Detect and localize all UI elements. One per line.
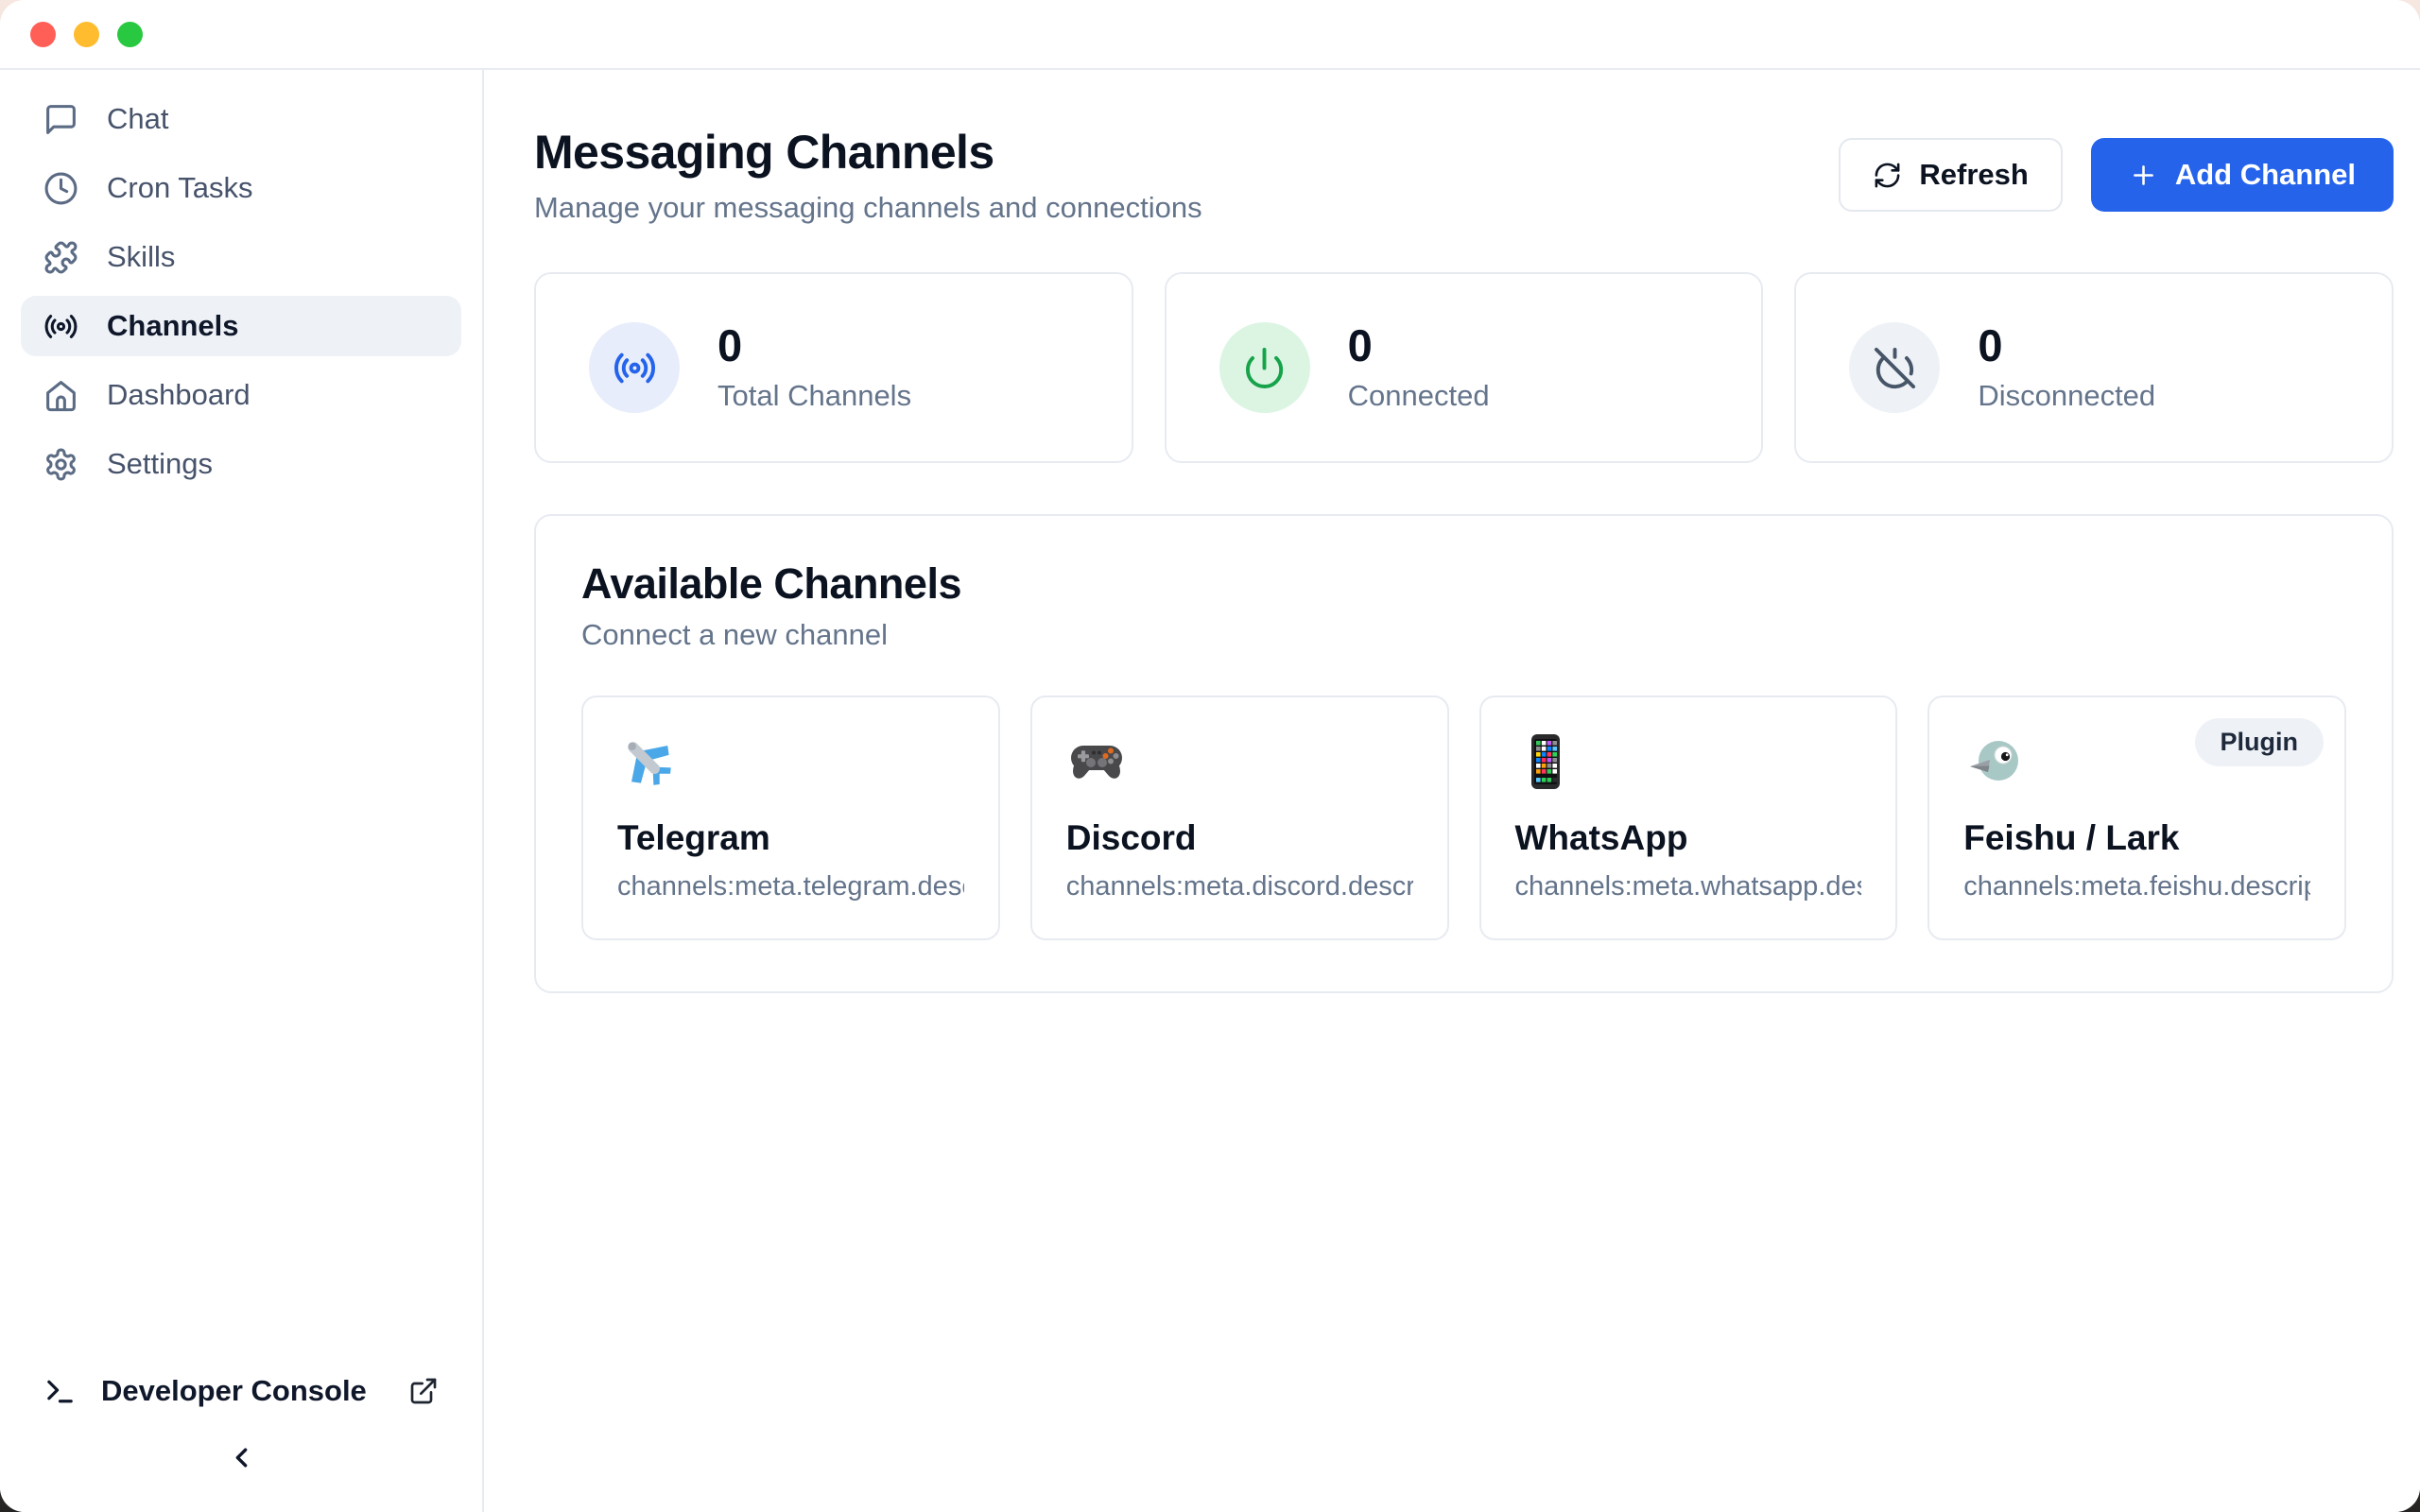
available-channels-title: Available Channels — [581, 559, 2346, 609]
sidebar: Chat Cron Tasks Skills Channels Dashboar — [0, 70, 484, 1512]
main-content: Messaging Channels Manage your messaging… — [484, 70, 2420, 1512]
add-channel-button[interactable]: Add Channel — [2091, 138, 2394, 212]
sidebar-item-label: Settings — [107, 447, 213, 481]
stat-value: 0 — [717, 323, 911, 368]
channel-name: Telegram — [617, 818, 964, 858]
clock-icon — [43, 171, 78, 206]
minimize-button[interactable] — [74, 22, 99, 47]
sidebar-item-label: Dashboard — [107, 378, 251, 412]
channel-card-discord[interactable]: Discord channels:meta.discord.descriptio… — [1030, 696, 1449, 940]
channel-name: WhatsApp — [1515, 818, 1862, 858]
home-icon — [43, 378, 78, 413]
sidebar-item-settings[interactable]: Settings — [21, 434, 461, 494]
stat-label: Total Channels — [717, 379, 911, 413]
sidebar-item-chat[interactable]: Chat — [21, 89, 461, 149]
channel-card-whatsapp[interactable]: WhatsApp channels:meta.whatsapp.descript… — [1479, 696, 1898, 940]
sidebar-item-dashboard[interactable]: Dashboard — [21, 365, 461, 425]
channel-card-feishu[interactable]: Plugin Feishu / Lark channels:meta.feish… — [1927, 696, 2346, 940]
sidebar-item-channels[interactable]: Channels — [21, 296, 461, 356]
airplane-emoji — [617, 731, 678, 792]
refresh-button[interactable]: Refresh — [1839, 138, 2062, 212]
page-subtitle: Manage your messaging channels and conne… — [534, 191, 1202, 225]
stat-label: Connected — [1348, 379, 1490, 413]
page-header-text: Messaging Channels Manage your messaging… — [534, 125, 1202, 225]
radio-icon — [613, 346, 657, 390]
plus-icon — [2129, 161, 2158, 190]
gear-icon — [43, 447, 78, 482]
stat-icon-wrap — [1219, 322, 1310, 413]
channel-description: channels:meta.feishu.description — [1963, 871, 2310, 902]
refresh-button-label: Refresh — [1919, 158, 2028, 192]
bird-emoji — [1963, 731, 2024, 792]
stat-label: Disconnected — [1978, 379, 2155, 413]
page-header: Messaging Channels Manage your messaging… — [534, 125, 2394, 225]
stat-text: 0 Disconnected — [1978, 323, 2155, 413]
stat-card-disconnected: 0 Disconnected — [1794, 272, 2394, 463]
channel-card-telegram[interactable]: Telegram channels:meta.telegram.descript… — [581, 696, 1000, 940]
mobile-phone-emoji — [1515, 731, 1576, 792]
channel-description: channels:meta.telegram.description — [617, 871, 964, 902]
header-actions: Refresh Add Channel — [1839, 138, 2394, 212]
terminal-icon — [43, 1375, 77, 1408]
radio-icon — [43, 309, 78, 344]
channels-grid: Telegram channels:meta.telegram.descript… — [581, 696, 2346, 940]
sidebar-nav: Chat Cron Tasks Skills Channels Dashboar — [21, 89, 461, 494]
sidebar-item-label: Cron Tasks — [107, 171, 253, 205]
stat-icon-wrap — [1849, 322, 1940, 413]
stat-text: 0 Connected — [1348, 323, 1490, 413]
channel-description: channels:meta.discord.description — [1066, 871, 1413, 902]
chat-bubble-icon — [43, 102, 78, 137]
sidebar-item-label: Skills — [107, 240, 175, 274]
stat-value: 0 — [1348, 323, 1490, 368]
channel-description: channels:meta.whatsapp.description — [1515, 871, 1862, 902]
sidebar-item-skills[interactable]: Skills — [21, 227, 461, 287]
channel-name: Discord — [1066, 818, 1413, 858]
chevron-left-icon — [226, 1442, 257, 1473]
developer-console-row[interactable]: Developer Console — [21, 1361, 461, 1421]
developer-console-label: Developer Console — [101, 1374, 367, 1408]
stat-value: 0 — [1978, 323, 2155, 368]
stat-card-total-channels: 0 Total Channels — [534, 272, 1133, 463]
sidebar-item-label: Chat — [107, 102, 168, 136]
refresh-icon — [1873, 161, 1902, 190]
plugin-badge: Plugin — [2195, 718, 2325, 766]
power-icon — [1242, 346, 1287, 390]
sidebar-collapse-row — [21, 1421, 461, 1493]
page-title: Messaging Channels — [534, 125, 1202, 180]
titlebar — [0, 0, 2420, 70]
available-channels-subtitle: Connect a new channel — [581, 618, 2346, 652]
available-channels-panel: Available Channels Connect a new channel — [534, 514, 2394, 993]
stat-icon-wrap — [589, 322, 680, 413]
stat-text: 0 Total Channels — [717, 323, 911, 413]
sidebar-item-cron-tasks[interactable]: Cron Tasks — [21, 158, 461, 218]
puzzle-icon — [43, 240, 78, 275]
add-channel-button-label: Add Channel — [2175, 158, 2356, 192]
sidebar-item-label: Channels — [107, 309, 239, 343]
power-off-icon — [1873, 346, 1917, 390]
app-window: Chat Cron Tasks Skills Channels Dashboar — [0, 0, 2420, 1512]
channel-name: Feishu / Lark — [1963, 818, 2310, 858]
traffic-lights — [30, 22, 143, 47]
game-controller-emoji — [1066, 731, 1127, 792]
external-link-icon — [408, 1376, 439, 1406]
stat-card-connected: 0 Connected — [1165, 272, 1764, 463]
open-console-external-button[interactable] — [408, 1376, 439, 1406]
stats-row: 0 Total Channels 0 Connected — [534, 272, 2394, 463]
close-button[interactable] — [30, 22, 56, 47]
maximize-button[interactable] — [117, 22, 143, 47]
collapse-sidebar-button[interactable] — [226, 1442, 257, 1473]
